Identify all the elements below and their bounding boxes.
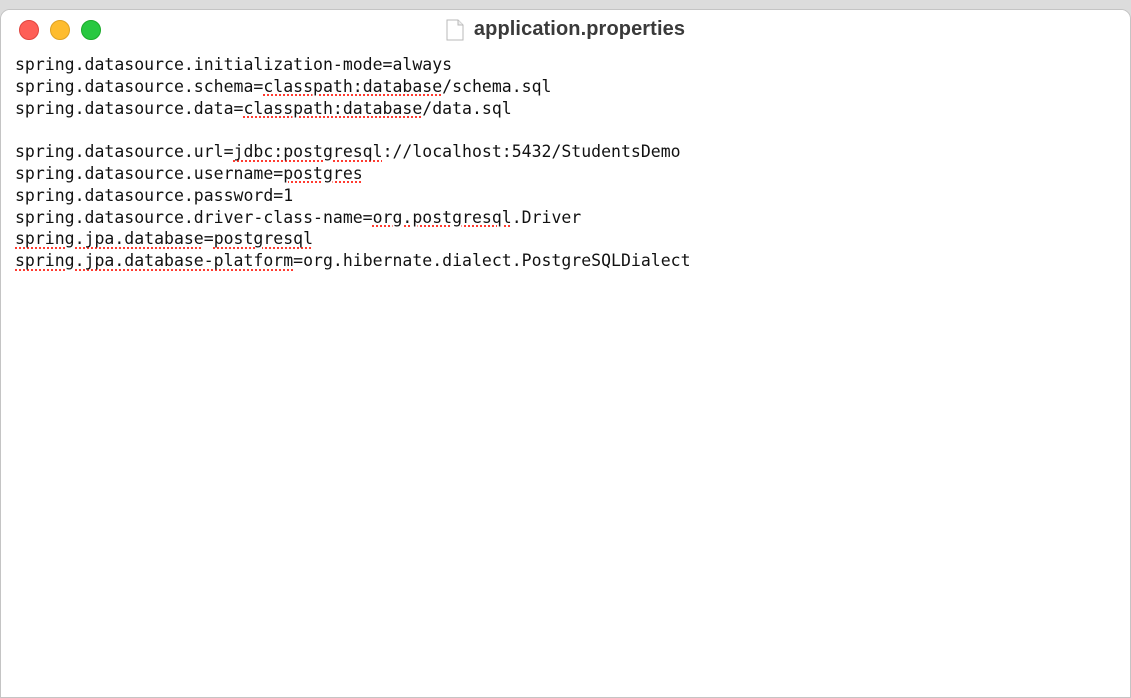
line-text: spring.datasource.url=	[15, 142, 234, 162]
window-title-group: application.properties	[1, 18, 1130, 41]
title-bar[interactable]: application.properties	[1, 10, 1130, 48]
line-text: /schema.sql	[442, 76, 552, 96]
text-line[interactable]	[15, 119, 1120, 141]
text-line[interactable]: spring.jpa.database=postgresql	[15, 228, 1120, 250]
document-icon[interactable]	[446, 19, 464, 41]
misspelled-text: org.postgresql	[372, 207, 512, 227]
line-text: spring.datasource.initialization-mode=al…	[15, 55, 453, 74]
misspelled-text: postgres	[283, 163, 363, 183]
misspelled-text: spring.jpa.database	[15, 229, 204, 249]
text-line[interactable]: spring.datasource.initialization-mode=al…	[15, 54, 1120, 76]
text-line[interactable]: spring.datasource.schema=classpath:datab…	[15, 76, 1120, 98]
misspelled-text: spring.jpa.database-platform	[15, 251, 294, 271]
line-text: =org.hibernate.dialect.PostgreSQLDialect	[293, 251, 691, 271]
misspelled-text: jdbc:postgresql	[233, 142, 383, 162]
window-title: application.properties	[473, 18, 686, 40]
text-line[interactable]: spring.datasource.username=postgres	[15, 163, 1120, 185]
text-editor[interactable]: spring.datasource.initialization-mode=al…	[15, 54, 1120, 687]
text-line[interactable]: spring.datasource.url=jdbc:postgresql://…	[15, 141, 1120, 163]
text-line[interactable]: spring.datasource.password=1	[15, 185, 1120, 207]
line-text: spring.datasource.password=1	[15, 185, 294, 205]
line-text: spring.datasource.schema=	[15, 76, 264, 96]
misspelled-text: classpath:database	[243, 98, 423, 118]
line-text: /data.sql	[422, 98, 512, 118]
misspelled-text: classpath:database	[263, 76, 443, 96]
text-line[interactable]: spring.datasource.data=classpath:databas…	[15, 98, 1120, 120]
line-text: spring.datasource.driver-class-name=	[15, 207, 373, 227]
text-line[interactable]: spring.jpa.database-platform=org.hiberna…	[15, 250, 1120, 272]
line-text: spring.datasource.data=	[15, 98, 244, 118]
line-text: spring.datasource.username=	[15, 163, 284, 183]
line-text: .Driver	[511, 207, 582, 227]
textedit-window: application.properties spring.datasource…	[0, 9, 1131, 698]
misspelled-text: postgresql	[213, 229, 314, 249]
text-line[interactable]: spring.datasource.driver-class-name=org.…	[15, 207, 1120, 229]
line-text: ://localhost:5432/StudentsDemo	[382, 142, 681, 162]
line-text: =	[203, 229, 214, 249]
